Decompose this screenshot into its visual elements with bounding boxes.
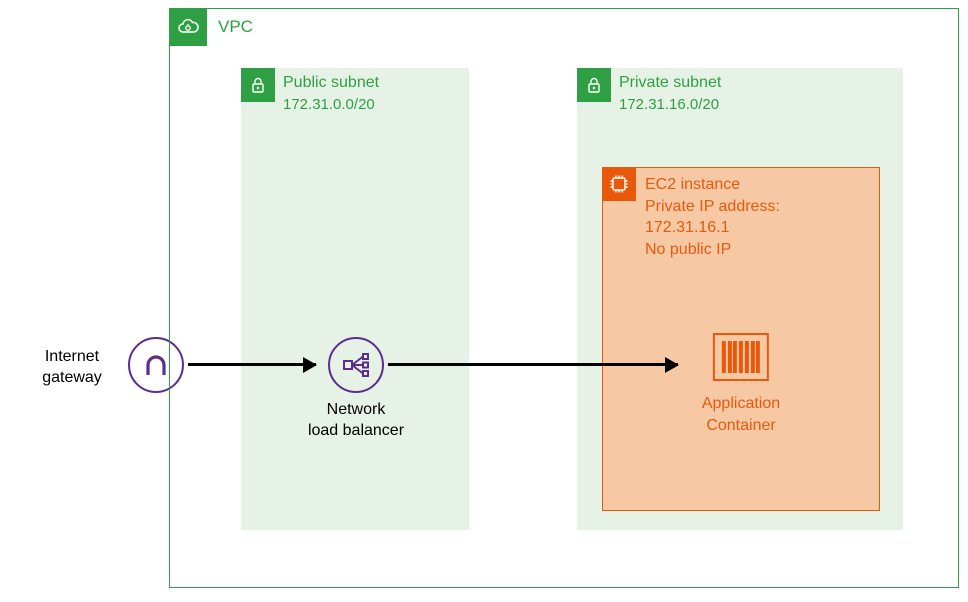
chip-icon [608, 173, 630, 195]
container-icon [713, 333, 769, 381]
public-subnet-box: Public subnet 172.31.0.0/20 [241, 68, 469, 530]
lock-icon [248, 75, 268, 95]
load-balancer-icon [339, 348, 373, 382]
private-subnet-cidr: 172.31.16.0/20 [619, 96, 719, 113]
public-subnet-title: Public subnet [283, 74, 379, 92]
vpc-title: VPC [218, 17, 253, 37]
text: Internetgateway [42, 348, 102, 386]
ec2-label-block: EC2 instance Private IP address: 172.31.… [645, 174, 780, 260]
arrow-nlb-to-container [388, 363, 678, 366]
architecture-diagram: Internetgateway VPC Public subnet 172.3 [0, 0, 968, 602]
vpc-icon-badge [169, 8, 207, 46]
ec2-no-public-ip: No public IP [645, 239, 780, 261]
gateway-arch-icon [142, 351, 170, 379]
lock-icon [584, 75, 604, 95]
ec2-private-ip-label: Private IP address: [645, 196, 780, 218]
cloud-icon [176, 15, 200, 39]
ec2-instance-box: EC2 instance Private IP address: 172.31.… [602, 167, 880, 511]
ec2-private-ip: 172.31.16.1 [645, 217, 780, 239]
private-subnet-icon-badge [577, 68, 611, 102]
ec2-title: EC2 instance [645, 174, 780, 196]
private-subnet-title: Private subnet [619, 74, 721, 92]
application-container-block: ApplicationContainer [702, 333, 780, 436]
public-subnet-icon-badge [241, 68, 275, 102]
network-load-balancer-label: Networkload balancer [296, 400, 416, 442]
application-container-label: ApplicationContainer [702, 393, 780, 436]
internet-gateway-label: Internetgateway [22, 347, 122, 389]
arrow-igw-to-nlb [188, 363, 316, 366]
ec2-icon-badge [602, 167, 636, 201]
public-subnet-cidr: 172.31.0.0/20 [283, 96, 375, 113]
network-load-balancer-icon [328, 337, 384, 393]
